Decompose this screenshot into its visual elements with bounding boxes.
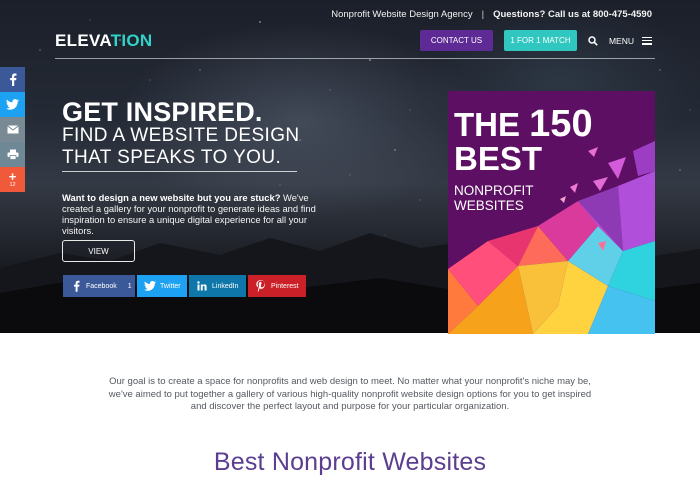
ebook-title: THE 150 BEST [454, 105, 593, 177]
facebook-share-button[interactable]: Facebook 1 [63, 275, 135, 297]
sidebar-email-icon[interactable] [0, 117, 25, 142]
headline-underline [62, 171, 297, 172]
intro-bold-question: Want to design a new website but you are… [62, 192, 281, 203]
floating-share-bar: + 12 [0, 67, 25, 192]
menu-toggle[interactable]: MENU [609, 36, 652, 46]
agency-tagline: Nonprofit Website Design Agency [331, 9, 473, 20]
facebook-share-label: Facebook [86, 282, 117, 290]
pinterest-share-label: Pinterest [271, 282, 299, 290]
sidebar-twitter-icon[interactable] [0, 92, 25, 117]
logo-text-main: ELEVA [55, 31, 111, 50]
facebook-share-count: 1 [127, 282, 132, 290]
top-utility-bar: Nonprofit Website Design Agency | Questi… [331, 9, 652, 20]
hero-intro-text: Want to design a new website but you are… [62, 192, 340, 236]
section-title: Best Nonprofit Websites [213, 448, 487, 476]
share-count: 12 [9, 181, 16, 188]
sidebar-facebook-icon[interactable] [0, 67, 25, 92]
ebook-title-number: 150 [529, 103, 593, 145]
best-websites-ebook-cover[interactable]: THE 150 BEST NONPROFIT WEBSITES [448, 91, 655, 334]
linkedin-icon [192, 281, 212, 291]
share-button-row: Facebook 1 Twitter LinkedIn Pinterest [63, 275, 308, 297]
hero-subheadline: FIND A WEBSITE DESIGN THAT SPEAKS TO YOU… [62, 125, 300, 168]
plus-icon: + [8, 168, 17, 184]
sidebar-print-icon[interactable] [0, 142, 25, 167]
one-for-one-match-button[interactable]: 1 FOR 1 MATCH [503, 30, 577, 51]
twitter-share-button[interactable]: Twitter [137, 275, 187, 297]
linkedin-share-label: LinkedIn [212, 282, 239, 290]
twitter-icon [140, 281, 160, 291]
site-logo[interactable]: ELEVATION [55, 31, 152, 51]
contact-us-button[interactable]: CONTACT US [419, 30, 493, 51]
facebook-icon [66, 280, 86, 292]
ebook-title-best: BEST [454, 140, 543, 177]
ebook-subtitle: NONPROFIT WEBSITES [454, 183, 534, 213]
logo-text-accent: TION [110, 31, 153, 50]
pinterest-icon [251, 280, 271, 292]
pinterest-share-button[interactable]: Pinterest [248, 275, 306, 297]
sidebar-more-share-button[interactable]: + 12 [0, 167, 25, 192]
search-icon[interactable] [587, 35, 599, 47]
main-nav: CONTACT US 1 FOR 1 MATCH MENU [419, 30, 652, 51]
linkedin-share-button[interactable]: LinkedIn [189, 275, 246, 297]
phone-link[interactable]: Questions? Call us at 800-475-4590 [493, 9, 652, 20]
menu-label: MENU [608, 35, 634, 46]
ebook-title-prefix: THE [454, 106, 530, 143]
hamburger-icon [642, 36, 652, 45]
about-paragraph: Our goal is to create a space for nonpro… [108, 376, 592, 412]
view-button[interactable]: VIEW [62, 240, 135, 262]
hero-headline: GET INSPIRED. [62, 97, 263, 127]
twitter-share-label: Twitter [160, 282, 181, 290]
topbar-separator: | [481, 9, 485, 20]
header-divider [55, 58, 655, 59]
